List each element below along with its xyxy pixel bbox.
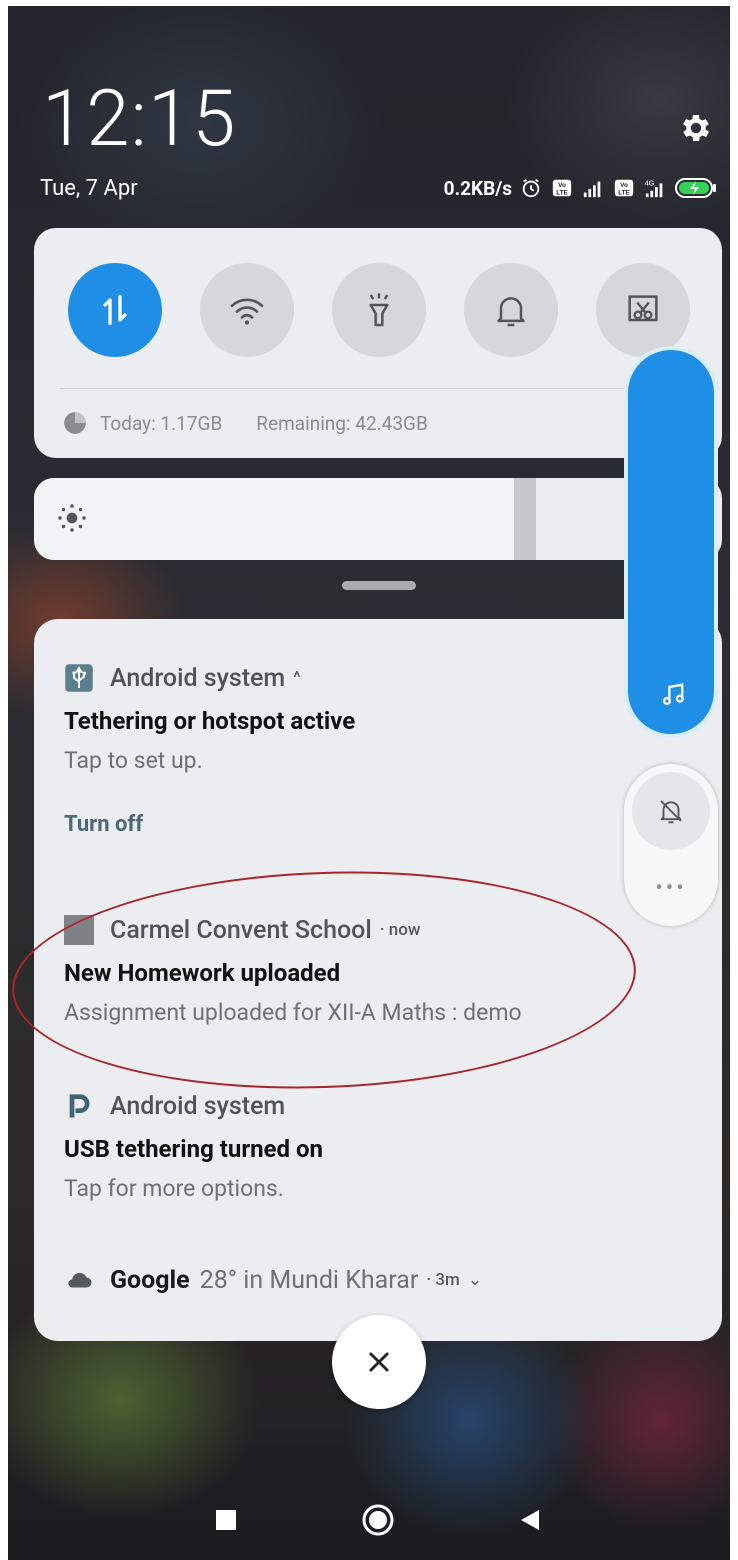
notification-header: Android system — [64, 1091, 323, 1121]
mobile-data-toggle[interactable] — [68, 263, 162, 357]
alarm-icon — [522, 178, 540, 198]
expand-chevron[interactable]: ⌄ — [468, 1270, 482, 1290]
back-button[interactable] — [500, 1490, 560, 1550]
home-button[interactable] — [348, 1490, 408, 1550]
app-name: Android system — [110, 663, 286, 693]
notification-text: Tap to set up. — [64, 747, 203, 774]
notification-time: · 3m — [426, 1270, 460, 1290]
svg-text:LTE: LTE — [618, 189, 630, 196]
volume-more-button[interactable]: ••• — [624, 868, 718, 908]
sound-toggle[interactable] — [464, 263, 558, 357]
data-usage[interactable]: Today: 1.17GB Remaining: 42.43GB — [62, 410, 428, 436]
scissors-icon — [628, 295, 658, 322]
svg-text:Vo: Vo — [620, 182, 628, 189]
screenshot-toggle[interactable] — [596, 263, 690, 357]
notification-tethering[interactable]: Android system ^ Tethering or hotspot ac… — [64, 663, 356, 838]
clock: 12:15 — [42, 74, 237, 165]
wifi-toggle[interactable] — [200, 263, 294, 357]
volume-controls: ••• — [624, 764, 718, 926]
data-usage-icon — [64, 412, 86, 434]
cloud-icon — [64, 1265, 94, 1295]
app-name: Android system — [110, 1091, 286, 1121]
brightness-thumb[interactable] — [514, 478, 536, 560]
divider — [60, 388, 660, 389]
network-speed: 0.2KB/s — [443, 176, 512, 200]
signal-icon — [583, 181, 601, 198]
app-name: Google — [110, 1265, 190, 1295]
navigation-bar — [0, 1490, 738, 1550]
clear-all-button[interactable] — [332, 1315, 426, 1409]
weather-summary: 28° in Mundi Kharar — [199, 1265, 419, 1295]
wifi-icon — [230, 298, 264, 325]
notification-text: Tap for more options. — [64, 1175, 284, 1202]
data-usage-today: Today: 1.17GB — [100, 411, 223, 435]
notification-header: Google 28° in Mundi Kharar · 3m ⌄ — [64, 1265, 482, 1295]
bell-off-icon — [660, 800, 682, 824]
home-circle-icon — [362, 1504, 394, 1536]
volte-icon: Vo LTE — [552, 179, 572, 196]
status-bar: 0.2KB/s Vo LTE Vo LTE 4G — [444, 174, 718, 202]
brightness-fill — [34, 478, 514, 560]
svg-text:LTE: LTE — [556, 189, 568, 196]
4g-signal-icon: 4G — [645, 178, 663, 198]
back-triangle-icon — [521, 1510, 539, 1530]
gear-icon[interactable] — [678, 110, 714, 146]
svg-text:4G: 4G — [645, 178, 655, 187]
svg-text:Vo: Vo — [558, 182, 566, 189]
expand-chevron[interactable]: ^ — [293, 668, 300, 688]
recents-button[interactable] — [196, 1490, 256, 1550]
brightness-icon — [58, 504, 86, 532]
p-icon — [64, 1091, 94, 1121]
date: Tue, 7 Apr — [40, 176, 138, 201]
volume-slider[interactable] — [624, 346, 718, 738]
battery-charging-icon — [675, 178, 716, 198]
silent-mode-button[interactable] — [632, 772, 710, 850]
notification-header: Android system ^ — [64, 663, 355, 693]
square-icon — [216, 1510, 236, 1530]
bell-icon — [497, 297, 525, 327]
data-arrows-icon — [103, 295, 127, 325]
notification-usb-tethering[interactable]: Android system USB tethering turned on T… — [64, 1091, 323, 1203]
notification-title: Tethering or hotspot active — [64, 707, 356, 735]
data-usage-remaining: Remaining: 42.43GB — [256, 411, 428, 435]
drag-handle[interactable] — [342, 581, 416, 590]
brightness-slider[interactable] — [34, 478, 722, 560]
close-icon — [369, 1352, 389, 1372]
notification-google-weather[interactable]: Google 28° in Mundi Kharar · 3m ⌄ — [64, 1265, 482, 1295]
flashlight-toggle[interactable] — [332, 263, 426, 357]
notification-title: USB tethering turned on — [64, 1135, 323, 1163]
turn-off-button[interactable]: Turn off — [64, 812, 355, 837]
usb-icon — [64, 663, 94, 693]
volte-icon: Vo LTE — [614, 179, 634, 196]
flashlight-icon — [369, 293, 389, 327]
music-note-icon — [662, 683, 684, 706]
quick-settings-panel: Today: 1.17GB Remaining: 42.43GB — [34, 228, 722, 458]
